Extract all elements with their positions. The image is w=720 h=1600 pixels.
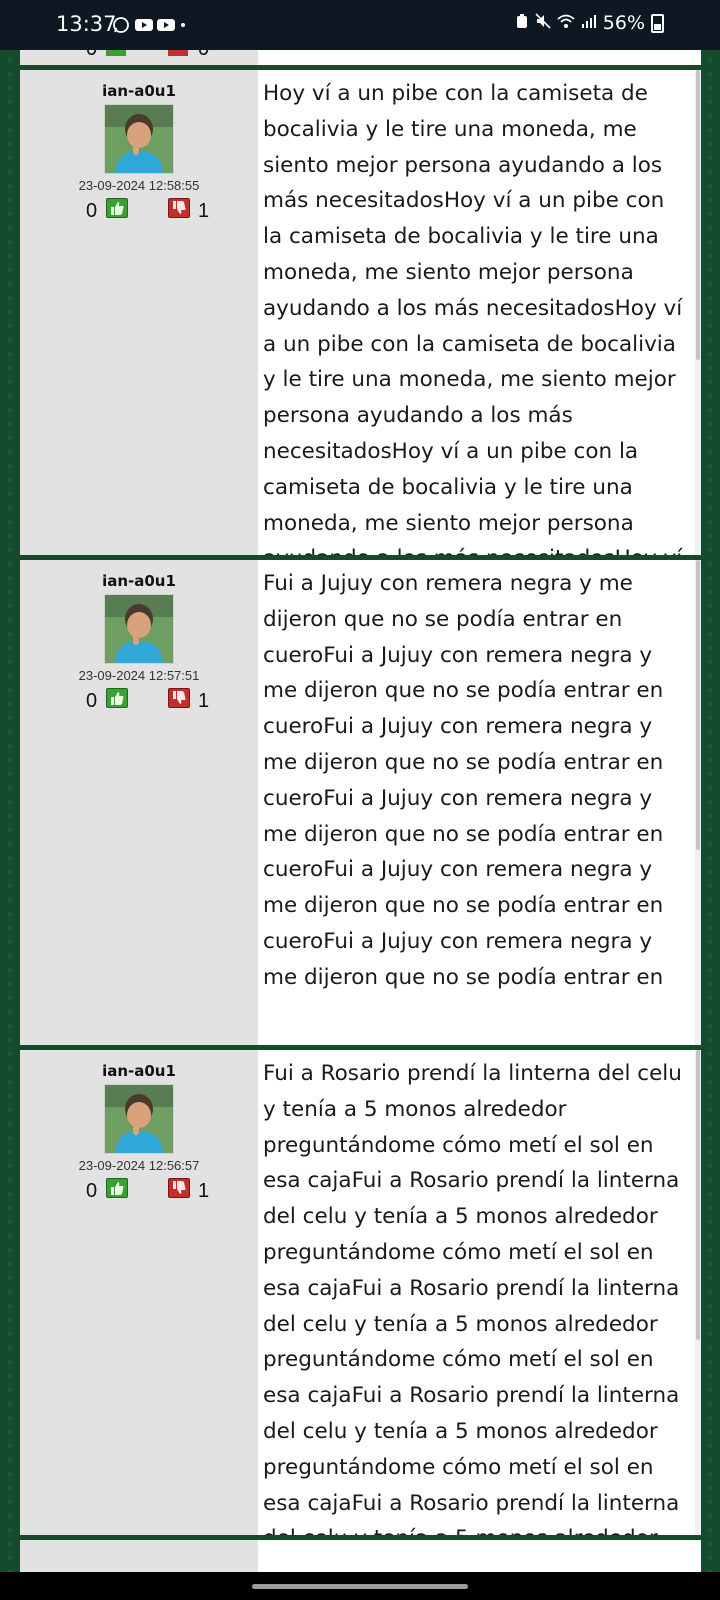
battery-icon [651,13,664,33]
comment-post: ian-a0u1 23-09-2024 12:57:51 0 1 Fui a J… [20,560,701,1045]
post-date: 23-09-2024 12:57:51 [78,668,200,683]
previous-downvote-count: 0 [198,50,209,61]
whatsapp-icon [112,16,130,34]
post-message: Fui a Rosario prendí la linterna del cel… [263,1061,682,1535]
author-column: ian-a0u1 23-09-2024 12:56:57 0 1 [20,1050,258,1535]
author-column: ian-a0u1 23-09-2024 12:58:55 0 1 [20,70,258,555]
message-scrollbar[interactable] [695,560,701,1045]
post-date: 23-09-2024 12:56:57 [78,1158,200,1173]
avatar-image [105,1085,173,1153]
post-message: Hoy ví a un pibe con la camiseta de boca… [263,81,683,555]
comment-post: ian-a0u1 23-09-2024 12:58:55 0 1 Hoy ví … [20,70,701,555]
thumbs-down-icon[interactable] [168,50,188,56]
thumbs-down-icon[interactable] [168,688,190,708]
home-gesture-handle[interactable] [252,1584,468,1589]
notification-icons [112,16,196,34]
downvote-count: 1 [198,200,210,222]
previous-upvote-count: 0 [86,50,97,61]
username[interactable]: ian-a0u1 [20,572,258,590]
youtube-icon [134,16,153,34]
wifi-icon [557,12,575,34]
avatar[interactable] [104,594,174,664]
scrollbar-thumb[interactable] [696,70,700,360]
navigation-bar [0,1572,720,1600]
thumbs-up-icon[interactable] [106,50,126,56]
thumbs-up-icon[interactable] [106,198,128,218]
thumbs-down-icon[interactable] [168,198,190,218]
message-scrollbar[interactable] [695,1050,701,1535]
thumbs-up-icon[interactable] [106,688,128,708]
upvote-count: 0 [86,1180,98,1202]
scrollbar-thumb[interactable] [696,1050,700,1340]
previous-post: 0 0 [20,50,701,65]
previous-post-meta: 0 0 [20,50,258,65]
avatar-image [105,105,173,173]
signal-icon [581,12,597,34]
vote-controls: 0 1 [86,1178,216,1202]
username[interactable]: ian-a0u1 [20,1062,258,1080]
upvote-count: 0 [86,690,98,712]
scrollbar-thumb[interactable] [696,560,700,850]
youtube-icon [156,16,175,34]
alarm-icon [515,12,529,34]
system-status: 56% [515,12,664,34]
downvote-count: 1 [198,1180,210,1202]
battery-percent: 56% [602,12,645,34]
status-bar: 13:37 56% [0,0,720,50]
next-post [20,1540,701,1572]
next-post-meta [20,1540,258,1572]
vote-controls: 0 1 [86,198,216,222]
avatar[interactable] [104,104,174,174]
previous-post-votes: 0 0 [86,50,216,62]
comment-post: ian-a0u1 23-09-2024 12:56:57 0 1 Fui a R… [20,1050,701,1535]
comments-page: 0 0 ian-a0u1 23-09-2024 12:58:55 [0,50,720,1572]
vote-controls: 0 1 [86,688,216,712]
upvote-count: 0 [86,200,98,222]
avatar-image [105,595,173,663]
status-time: 13:37 [56,12,117,36]
author-column: ian-a0u1 23-09-2024 12:57:51 0 1 [20,560,258,1045]
thumbs-down-icon[interactable] [168,1178,190,1198]
thumbs-up-icon[interactable] [106,1178,128,1198]
post-message: Fui a Jujuy con remera negra y me dijero… [263,571,664,990]
message-scrollbar[interactable] [695,70,701,555]
mute-icon [535,12,551,34]
avatar[interactable] [104,1084,174,1154]
post-date: 23-09-2024 12:58:55 [78,178,200,193]
username[interactable]: ian-a0u1 [20,82,258,100]
downvote-count: 1 [198,690,210,712]
dot-icon [178,16,196,34]
